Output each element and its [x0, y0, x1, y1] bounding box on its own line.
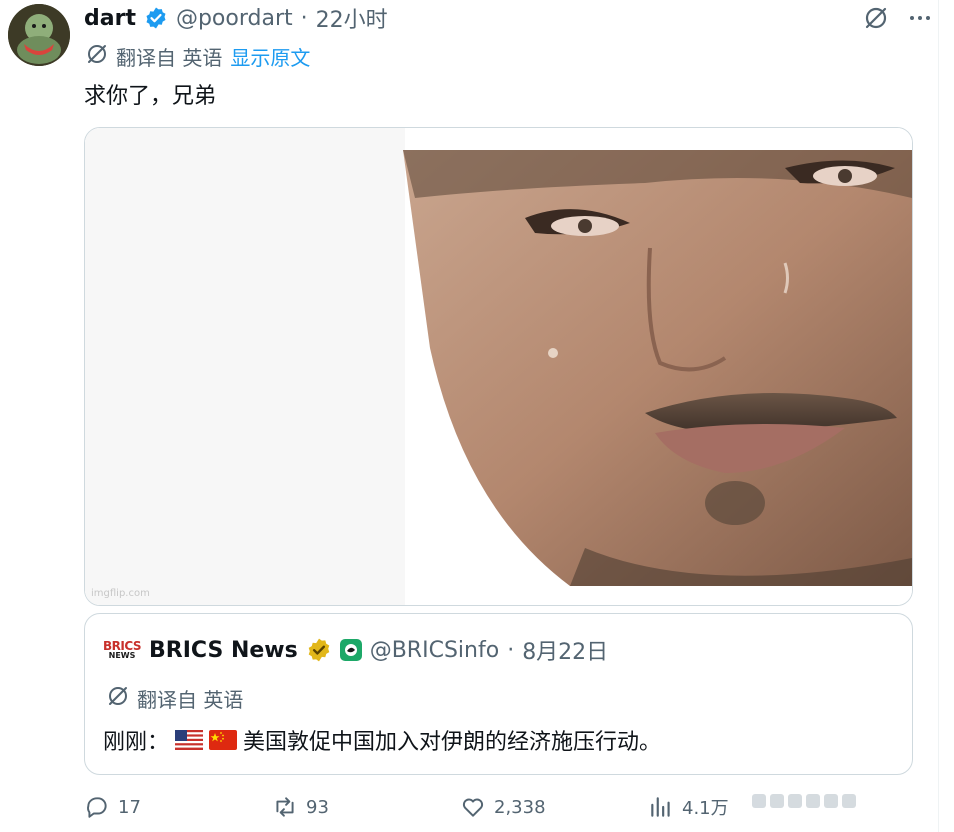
quoted-text-prefix: 刚刚：	[103, 730, 170, 755]
avatar[interactable]	[8, 4, 70, 66]
quoted-tweet-header: BRICS NEWS BRICS News @BRICSinfo · 8月22日	[103, 634, 608, 666]
tweet-media-image[interactable]: imgflip.com	[84, 127, 913, 606]
media-watermark: imgflip.com	[91, 588, 150, 599]
us-flag-icon	[175, 730, 204, 750]
reply-icon	[87, 797, 107, 818]
reply-button[interactable]: 17	[84, 794, 141, 820]
quoted-translate-icon	[107, 685, 129, 712]
quoted-tweet-card[interactable]: BRICS NEWS BRICS News @BRICSinfo · 8月22日…	[84, 613, 913, 775]
share-icon-3[interactable]	[824, 794, 838, 808]
translation-notice: 翻译自 英语 显示原文	[86, 42, 310, 71]
bookmark-icon[interactable]	[752, 794, 766, 808]
tweet-top-actions	[862, 4, 934, 32]
affiliate-badge-icon[interactable]	[339, 639, 362, 661]
tweet-action-bar: 17 93 2,338 4.1万	[84, 794, 944, 824]
quoted-tweet-text: 刚刚： 美国敦促中国加入对伊朗的经济施压行动。	[103, 724, 661, 756]
grok-icon[interactable]	[862, 4, 890, 32]
views-button[interactable]: 4.1万	[648, 794, 729, 820]
china-flag-icon	[209, 730, 238, 750]
quoted-text-body: 美国敦促中国加入对伊朗的经济施压行动。	[243, 730, 662, 755]
verified-icon	[144, 6, 168, 30]
views-chart-icon	[651, 797, 670, 817]
share-icon-2[interactable]	[806, 794, 820, 808]
column-divider	[938, 0, 939, 832]
timestamp[interactable]: 22小时	[316, 2, 388, 34]
show-original-link[interactable]: 显示原文	[230, 42, 310, 71]
like-button[interactable]: 2,338	[460, 794, 546, 820]
tweet-text: 求你了，兄弟	[84, 84, 217, 109]
translate-icon	[86, 43, 108, 70]
views-count: 4.1万	[682, 798, 729, 819]
share-icon[interactable]	[788, 794, 802, 808]
brics-logo-bottom: NEWS	[108, 651, 136, 660]
author-handle[interactable]: @poordart	[176, 6, 293, 31]
retweet-button[interactable]: 93	[272, 794, 329, 820]
translated-from-label: 翻译自 英语	[116, 46, 223, 70]
like-count: 2,338	[494, 796, 546, 818]
bookmark-icon-2[interactable]	[770, 794, 784, 808]
quoted-date[interactable]: 8月22日	[522, 634, 608, 666]
share-bookmark-area[interactable]	[752, 794, 856, 808]
author-name[interactable]: dart	[84, 6, 136, 31]
more-options-icon[interactable]	[906, 4, 934, 32]
quoted-author-handle[interactable]: @BRICSinfo	[370, 638, 499, 663]
quoted-translated-from-label: 翻译自 英语	[137, 688, 244, 712]
quoted-author-name[interactable]: BRICS News	[149, 638, 298, 663]
share-icon-4[interactable]	[842, 794, 856, 808]
retweet-icon	[276, 797, 294, 817]
gold-verified-icon	[306, 637, 332, 663]
brics-logo[interactable]: BRICS NEWS	[103, 635, 142, 665]
tweet-header: dart @poordart · 22小时	[84, 2, 388, 34]
quoted-translation-notice: 翻译自 英语	[107, 684, 243, 713]
reply-count: 17	[118, 796, 141, 818]
heart-icon	[462, 798, 484, 817]
retweet-count: 93	[306, 796, 329, 818]
quoted-dot-separator: ·	[507, 637, 515, 663]
dot-separator: ·	[300, 5, 308, 31]
